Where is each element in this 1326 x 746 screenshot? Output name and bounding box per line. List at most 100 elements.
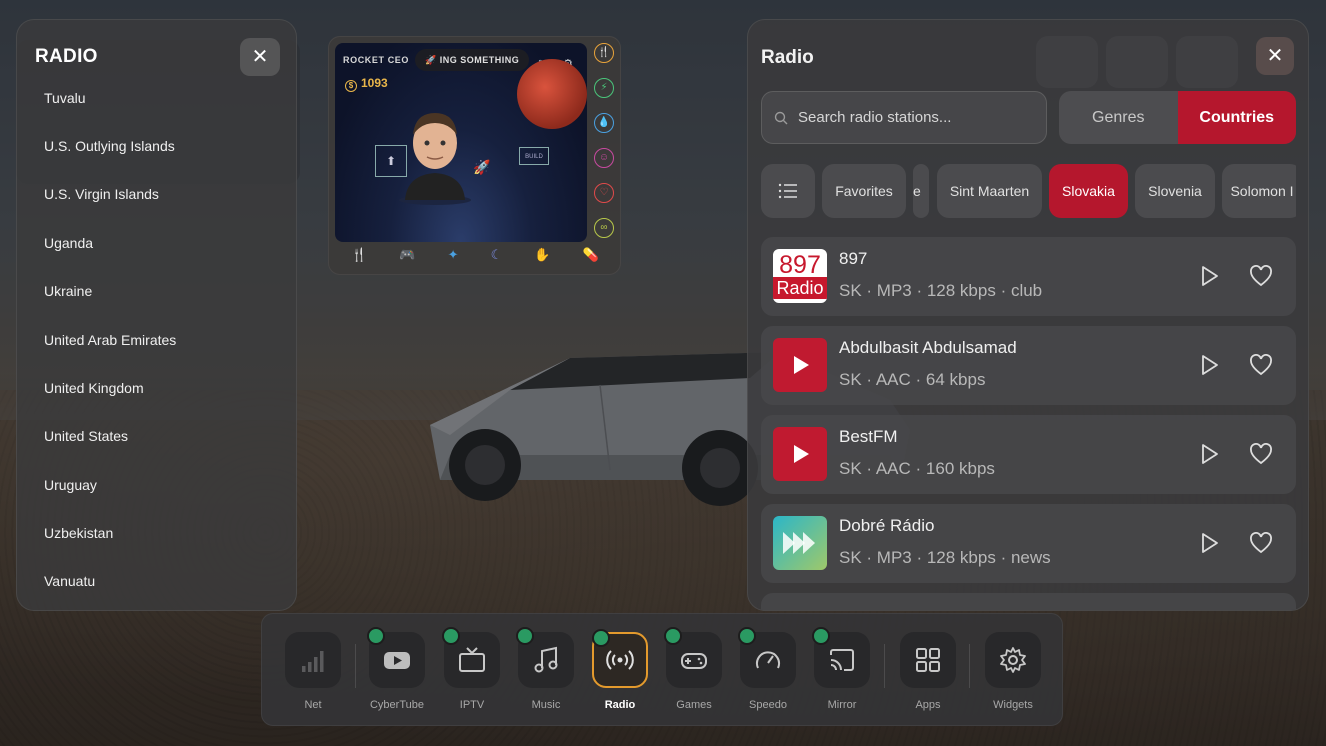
dock-item-games[interactable]: Games [664,627,722,711]
search-input[interactable] [798,92,1038,143]
gamepad-icon [681,653,707,669]
rocket-ceo-game-widget[interactable]: ROCKET CEO 🚀 ING SOMETHING $1093 🔈 ⚙ BUI… [328,36,621,275]
list-view-button[interactable] [761,164,815,218]
country-item[interactable]: U.S. Outlying Islands [44,138,175,154]
dock-label: CyberTube [369,699,424,711]
tab-countries[interactable]: Countries [1177,91,1296,144]
station-logo [773,516,827,570]
tv-icon [459,647,485,672]
station-name: Dobré Rádio [839,516,935,535]
ceo-character [399,113,471,205]
dock-separator [355,644,356,688]
build-sign[interactable]: BUILD [519,147,549,165]
country-item[interactable]: U.S. Virgin Islands [44,186,159,202]
station-row[interactable]: Dobré Rádio SK · MP3 · 128 kbps · news [761,504,1296,583]
dock-item-music[interactable]: Music [516,627,574,711]
dock-item-iptv[interactable]: IPTV [442,627,500,711]
steering-badge-icon [738,627,756,645]
water-icon[interactable]: 💧 [594,113,614,133]
dock-item-speedo[interactable]: Speedo [738,627,796,711]
coin-icon: $ [345,80,357,92]
search-box[interactable] [761,91,1047,144]
dock-separator [884,644,885,688]
dock-item-net[interactable]: Net [285,632,341,711]
game-title: ROCKET CEO [343,55,410,65]
dock-item-radio[interactable]: Radio [592,629,648,711]
country-item[interactable]: United Kingdom [44,380,144,396]
station-row[interactable]: BestFM SK · AAC · 160 kbps [761,415,1296,494]
dock-button[interactable] [664,627,722,688]
play-icon[interactable] [1198,354,1220,376]
station-row[interactable]: Abdulbasit Abdulsamad SK · AAC · 64 kbps [761,326,1296,405]
heart-icon[interactable] [1249,532,1273,554]
energy-icon[interactable]: ⚡ [594,78,614,98]
dock-button[interactable] [812,627,870,688]
game-action-bar: 🍴 🎮 ✦ ☾ ✋ 💊 [335,247,615,267]
food-icon[interactable]: 🍴 [594,43,614,63]
link-icon[interactable]: ∞ [594,218,614,238]
dock-button[interactable] [900,632,956,688]
dock-button[interactable] [367,627,425,688]
station-name: BestFM [839,427,898,446]
chip-partial[interactable]: e [913,164,929,218]
steering-badge-icon [664,627,682,645]
dock-button[interactable] [738,627,796,688]
list-icon [778,183,797,199]
game-screen[interactable]: ROCKET CEO 🚀 ING SOMETHING $1093 🔈 ⚙ BUI… [335,43,587,242]
close-button[interactable]: ✕ [240,38,280,76]
heart-icon[interactable] [1249,443,1273,465]
play-icon[interactable] [1198,532,1220,554]
filter-tabs: Genres Countries [1059,91,1296,144]
play-icon[interactable] [1198,265,1220,287]
health-heart-icon[interactable]: ♡ [594,183,614,203]
dock-button[interactable] [442,627,500,688]
chip-slovakia[interactable]: Slovakia [1049,164,1128,218]
country-item[interactable]: Uzbekistan [44,525,113,541]
signal-bars-icon [302,651,324,672]
country-item[interactable]: Vanuatu [44,573,95,589]
dock-button[interactable] [592,629,648,688]
play-action-gamepad-icon[interactable]: 🎮 [399,247,415,267]
country-picker-panel: RADIO ✕ Tuvalu U.S. Outlying Islands U.S… [16,19,297,611]
station-row-partial[interactable] [761,593,1296,610]
youtube-icon [384,652,410,669]
dock-item-apps[interactable]: Apps [900,632,956,711]
country-item[interactable]: United States [44,428,128,444]
dock-label: IPTV [459,699,485,711]
country-item[interactable]: Tuvalu [44,90,86,106]
country-chip-row: Favorites e Sint Maarten Slovakia Sloven… [761,164,1296,218]
dock-button[interactable] [285,632,341,688]
chip-sint-maarten[interactable]: Sint Maarten [937,164,1042,218]
mood-icon[interactable]: ☺ [594,148,614,168]
chip-slovenia[interactable]: Slovenia [1135,164,1215,218]
close-icon: ✕ [251,46,269,68]
dock-label: Mirror [827,699,857,711]
station-logo [773,338,827,392]
dock-item-mirror[interactable]: Mirror [812,627,870,711]
clean-action-sparkle-icon[interactable]: ✦ [448,247,459,267]
coin-counter: $1093 [345,76,388,92]
station-row[interactable]: 897 Radio 897 SK · MP3 · 128 kbps · club [761,237,1296,316]
country-item[interactable]: United Arab Emirates [44,332,176,348]
feed-action-icon[interactable]: 🍴 [351,247,367,267]
country-item[interactable]: Ukraine [44,283,92,299]
pet-action-hand-icon[interactable]: ✋ [534,247,550,267]
heart-icon[interactable] [1249,354,1273,376]
country-item[interactable]: Uganda [44,235,93,251]
heart-icon[interactable] [1249,265,1273,287]
country-item[interactable]: Uruguay [44,477,97,493]
chip-favorites[interactable]: Favorites [822,164,906,218]
tab-genres[interactable]: Genres [1059,91,1178,144]
chip-solomon-islands[interactable]: Solomon I [1222,164,1296,218]
dobre-radio-logo-icon [783,532,815,554]
dock-button[interactable] [985,632,1041,688]
play-icon[interactable] [1198,443,1220,465]
sleep-action-moon-icon[interactable]: ☾ [491,247,503,267]
dock-item-widgets[interactable]: Widgets [985,632,1041,711]
heal-action-pill-icon[interactable]: 💊 [583,247,599,267]
dock-item-cybertube[interactable]: CyberTube [367,627,425,711]
station-logo: 897 Radio [773,249,827,303]
panel-title: RADIO [35,46,98,67]
close-button[interactable]: ✕ [1256,37,1294,75]
dock-button[interactable] [516,627,574,688]
